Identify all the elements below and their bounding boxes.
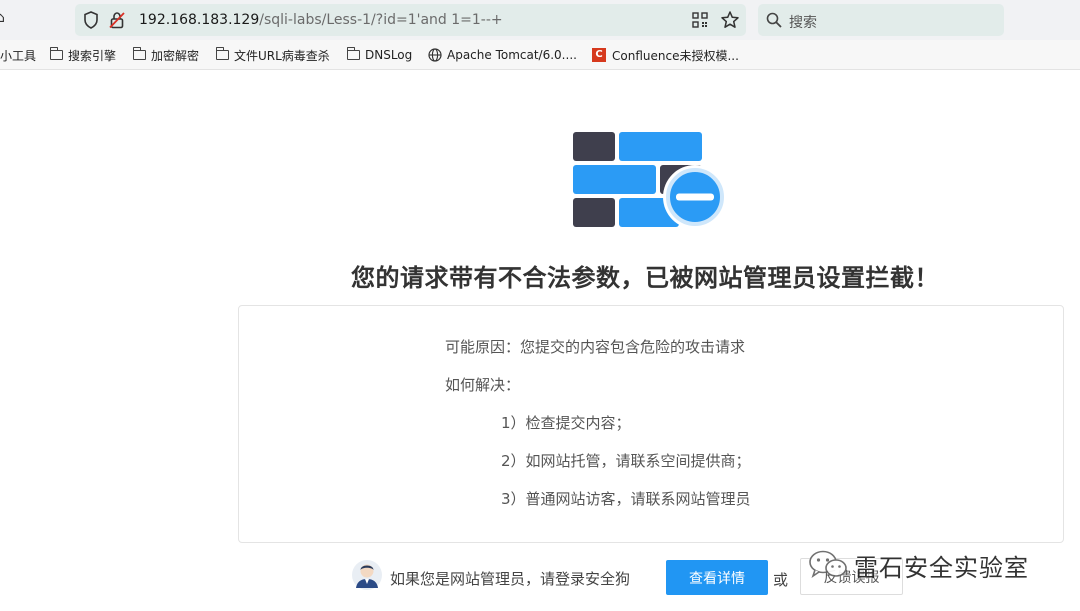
possible-reason: 可能原因：您提交的内容包含危险的攻击请求 [445,338,746,356]
globe-icon [428,48,442,62]
bookmark-star-icon[interactable] [720,10,740,30]
search-placeholder: 搜索 [789,15,817,31]
bookmark-crypto[interactable]: 加密解密 [132,47,200,63]
folder-icon [49,47,63,60]
admin-prompt: 如果您是网站管理员，请登录安全狗 [390,570,631,588]
bookmark-label: 文件URL病毒查杀 [234,48,330,63]
bookmark-label: 小工具 [0,48,37,63]
url-path: /sqli-labs/Less-1/?id=1'and 1=1--+ [259,12,503,28]
bookmark-label: 搜索引擎 [68,48,117,63]
how-to-title: 如何解决： [445,376,521,394]
folder-icon [132,47,146,60]
shield-icon[interactable] [83,11,99,29]
wechat-icon [809,550,847,578]
firewall-block-icon [573,132,727,229]
bookmark-search-engines[interactable]: 搜索引擎 [49,47,117,63]
block-headline: 您的请求带有不合法参数，已被网站管理员设置拦截！ [351,264,939,292]
bookmark-virus-scan[interactable]: 文件URL病毒查杀 [215,47,330,63]
url-host: 192.168.183.129 [139,12,260,28]
solution-step: 2）如网站托管，请联系空间提供商； [501,452,751,470]
bookmark-label: Confluence未授权模... [612,48,739,63]
bookmark-label: Apache Tomcat/6.0.... [447,48,577,62]
admin-avatar-icon [352,560,382,590]
home-icon[interactable]: ⌂ [0,10,5,26]
folder-icon [215,47,229,60]
confluence-icon: C [592,48,606,62]
solution-step: 3）普通网站访客，请联系网站管理员 [501,490,751,508]
bookmarks-bar: 小工具 搜索引擎 加密解密 文件URL病毒查杀 DNSLog Apache To… [0,40,1080,70]
bookmark-label: DNSLog [365,48,413,62]
watermark-text: 雷石安全实验室 [854,553,1029,582]
search-icon [766,12,782,28]
insecure-lock-icon[interactable] [109,11,125,29]
solution-step: 1）检查提交内容； [501,414,631,432]
folder-icon [346,47,360,60]
browser-toolbar: ⌂ 192.168.183.129/sqli-labs/Less-1/?id=1… [0,0,1080,40]
bookmark-tools[interactable]: 小工具 [0,47,36,63]
bookmark-tomcat[interactable]: Apache Tomcat/6.0.... [428,47,577,63]
or-separator: 或 [773,571,789,589]
view-details-button[interactable]: 查看详情 [666,560,768,595]
url-text[interactable]: 192.168.183.129/sqli-labs/Less-1/?id=1'a… [139,12,503,28]
bookmark-dnslog[interactable]: DNSLog [346,47,413,63]
qr-code-icon[interactable] [692,12,708,28]
bookmark-confluence[interactable]: C Confluence未授权模... [592,47,739,63]
wechat-watermark: 雷石安全实验室 [808,545,1029,585]
bookmark-label: 加密解密 [151,48,200,63]
info-card: 可能原因：您提交的内容包含危险的攻击请求 如何解决： 1）检查提交内容； 2）如… [238,305,1064,543]
search-bar[interactable]: 搜索 [758,4,1004,36]
address-bar[interactable]: 192.168.183.129/sqli-labs/Less-1/?id=1'a… [75,4,746,36]
